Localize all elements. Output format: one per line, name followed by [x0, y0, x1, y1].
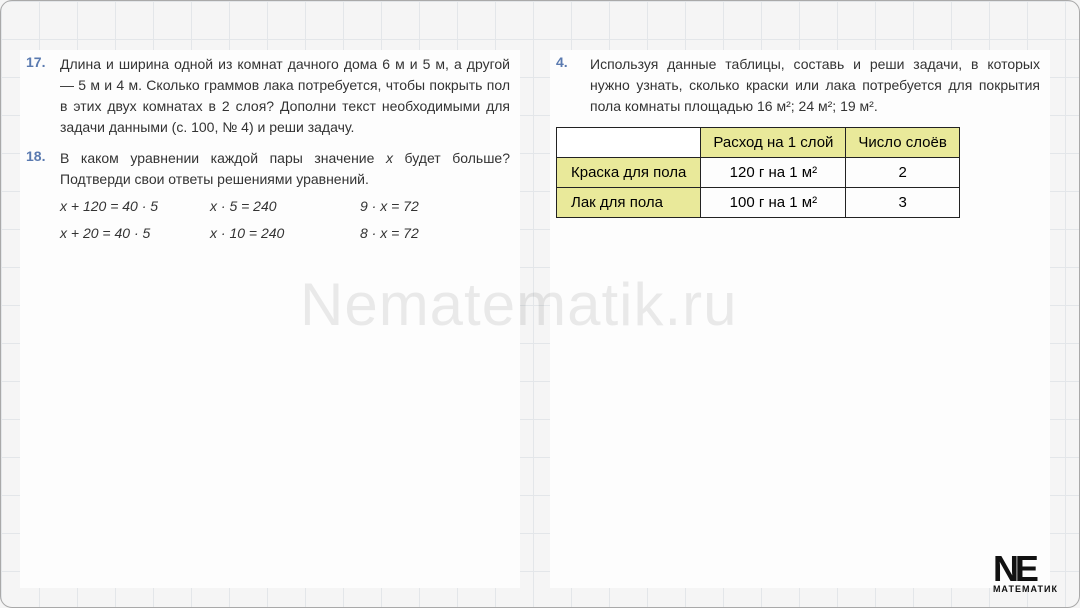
problem-text: В каком уравнении каждой пары значение x… [60, 148, 510, 244]
problem-17: 17. Длина и ширина одной из комнат дачно… [26, 54, 510, 138]
equation: x · 10 = 240 [210, 223, 360, 244]
problem-number: 4. [556, 54, 580, 117]
problem-number: 18. [26, 148, 50, 244]
table-header-row: Расход на 1 слой Число слоёв [557, 128, 960, 158]
equation: 8 · x = 72 [360, 223, 480, 244]
problem-18: 18. В каком уравнении каждой пары значен… [26, 148, 510, 244]
equation: x · 5 = 240 [210, 196, 360, 217]
equation: x + 120 = 40 · 5 [60, 196, 210, 217]
row-label: Лак для пола [557, 188, 701, 218]
text-part: В каком уравнении каждой пары значение [60, 150, 386, 166]
site-logo: NE МАТЕМАТИК [993, 555, 1058, 594]
table-cell: 120 г на 1 м² [701, 158, 846, 188]
table-row: Лак для пола 100 г на 1 м² 3 [557, 188, 960, 218]
logo-top: NE [993, 555, 1058, 584]
logo-bottom: МАТЕМАТИК [993, 584, 1058, 594]
table-cell: 2 [846, 158, 959, 188]
equation: 9 · x = 72 [360, 196, 480, 217]
left-column: 17. Длина и ширина одной из комнат дачно… [20, 50, 520, 588]
table-header: Расход на 1 слой [701, 128, 846, 158]
equations-grid: x + 120 = 40 · 5 x · 5 = 240 9 · x = 72 … [60, 196, 510, 244]
table-cell: 100 г на 1 м² [701, 188, 846, 218]
right-column: 4. Используя данные таблицы, составь и р… [550, 50, 1050, 588]
table-header: Число слоёв [846, 128, 959, 158]
table-cell: 3 [846, 188, 959, 218]
row-label: Краска для пола [557, 158, 701, 188]
problem-text: Длина и ширина одной из комнат дачного д… [60, 54, 510, 138]
problem-number: 17. [26, 54, 50, 138]
equation: x + 20 = 40 · 5 [60, 223, 210, 244]
consumption-table: Расход на 1 слой Число слоёв Краска для … [556, 127, 960, 218]
problem-4: 4. Используя данные таблицы, составь и р… [556, 54, 1040, 117]
problem-text: Используя данные таблицы, составь и реши… [590, 54, 1040, 117]
variable-x: x [386, 150, 393, 166]
table-corner [557, 128, 701, 158]
page-content: 17. Длина и ширина одной из комнат дачно… [0, 0, 1080, 608]
table-row: Краска для пола 120 г на 1 м² 2 [557, 158, 960, 188]
